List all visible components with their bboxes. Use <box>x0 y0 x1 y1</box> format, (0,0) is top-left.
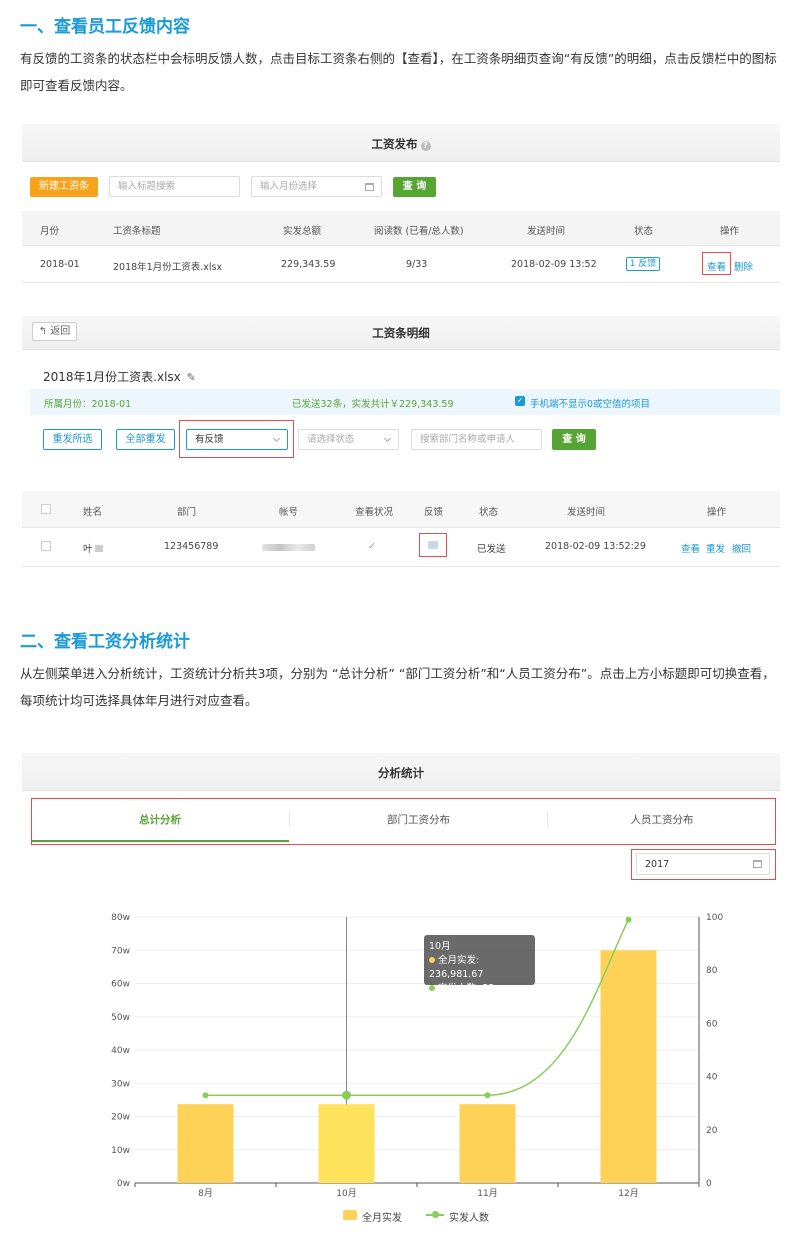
x-tick-label: 10月 <box>336 1188 356 1199</box>
line-point-8月 <box>202 1092 209 1099</box>
tooltip-line1: 全月实发: 236,981.67 <box>429 955 484 980</box>
y-left-tick-label: 0w <box>117 1179 130 1189</box>
chart-tooltip: 10月 全月实发: 236,981.67 实发人数: 33 <box>424 935 535 994</box>
y-left-tick-label: 70w <box>111 946 130 956</box>
tooltip-title: 10月 <box>429 941 451 952</box>
legend-bar-swatch[interactable] <box>343 1210 357 1220</box>
y-left-tick-label: 20w <box>111 1113 130 1123</box>
x-tick-label: 8月 <box>198 1188 213 1199</box>
line-point-10月 <box>342 1090 351 1100</box>
line-point-12月 <box>625 916 632 923</box>
y-right-tick-label: 100 <box>706 913 723 923</box>
y-right-tick-label: 20 <box>706 1126 718 1136</box>
y-right-tick-label: 80 <box>706 966 718 976</box>
bar-12月 <box>600 950 657 1183</box>
y-left-tick-label: 40w <box>111 1046 130 1056</box>
legend-line-label[interactable]: 实发人数 <box>449 1209 489 1224</box>
y-left-tick-label: 80w <box>111 913 130 923</box>
x-tick-label: 12月 <box>618 1188 638 1199</box>
y-left-tick-label: 50w <box>111 1013 130 1023</box>
y-left-tick-label: 10w <box>111 1146 130 1156</box>
tooltip-bar-dot <box>429 957 435 963</box>
bar-8月 <box>177 1104 234 1183</box>
series-line <box>205 919 630 1096</box>
y-left-tick-label: 30w <box>111 1079 130 1089</box>
y-right-tick-label: 40 <box>706 1073 718 1083</box>
y-right-tick-label: 60 <box>706 1019 718 1029</box>
bar-11月 <box>459 1104 516 1183</box>
tooltip-line2: 实发人数: 33 <box>438 983 495 994</box>
y-right-tick-label: 0 <box>706 1179 712 1189</box>
legend-bar-label[interactable]: 全月实发 <box>362 1209 402 1224</box>
bar-10月 <box>318 1104 375 1183</box>
x-tick-label: 11月 <box>477 1188 497 1199</box>
line-point-11月 <box>484 1092 491 1099</box>
y-left-tick-label: 60w <box>111 980 130 990</box>
salary-chart: 0w 10w 20w 30w 40w 50w 60w 70w 80w 0 20 40 60 80 100 8月… <box>111 913 723 1199</box>
tooltip-line-dot <box>429 985 435 991</box>
